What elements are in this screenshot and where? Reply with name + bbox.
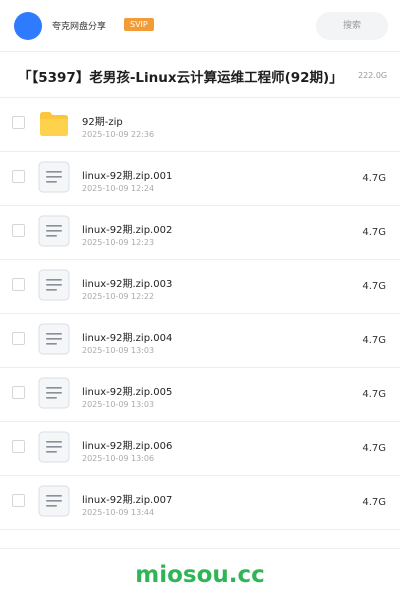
footer-divider bbox=[0, 548, 400, 549]
file-row[interactable]: linux-92期.zip.001 2025-10-09 12:24 4.7G bbox=[0, 152, 400, 206]
file-row[interactable]: linux-92期.zip.002 2025-10-09 12:23 4.7G bbox=[0, 206, 400, 260]
file-date: 2025-10-09 12:22 bbox=[82, 292, 155, 301]
file-name[interactable]: linux-92期.zip.005 bbox=[82, 383, 172, 398]
document-icon bbox=[38, 377, 70, 409]
file-list: 92期-zip 2025-10-09 22:36 linux-92期.zip.0… bbox=[0, 98, 400, 530]
file-name[interactable]: linux-92期.zip.001 bbox=[82, 167, 172, 182]
file-name[interactable]: linux-92期.zip.002 bbox=[82, 221, 172, 236]
row-checkbox[interactable] bbox=[12, 386, 25, 399]
file-size: 4.7G bbox=[362, 389, 386, 400]
file-name[interactable]: linux-92期.zip.007 bbox=[82, 491, 172, 506]
file-date: 2025-10-09 22:36 bbox=[82, 130, 155, 139]
document-icon bbox=[38, 323, 70, 355]
document-icon bbox=[38, 485, 70, 517]
row-checkbox[interactable] bbox=[12, 278, 25, 291]
file-date: 2025-10-09 13:03 bbox=[82, 346, 155, 355]
search-input[interactable]: 搜索 bbox=[316, 12, 388, 40]
svip-badge: SVIP bbox=[124, 18, 154, 31]
row-checkbox[interactable] bbox=[12, 332, 25, 345]
document-icon bbox=[38, 161, 70, 193]
document-icon bbox=[38, 269, 70, 301]
share-page: 夸克网盘分享 SVIP 搜索 「【5397】老男孩-Linux云计算运维工程师(… bbox=[0, 0, 400, 600]
file-date: 2025-10-09 13:03 bbox=[82, 400, 155, 409]
document-icon bbox=[38, 215, 70, 247]
document-icon bbox=[38, 431, 70, 463]
file-name[interactable]: linux-92期.zip.004 bbox=[82, 329, 172, 344]
file-size: 4.7G bbox=[362, 173, 386, 184]
watermark: miosou.cc bbox=[135, 562, 265, 588]
file-row[interactable]: linux-92期.zip.006 2025-10-09 13:06 4.7G bbox=[0, 422, 400, 476]
file-size: 4.7G bbox=[362, 497, 386, 508]
app-name: 夸克网盘分享 bbox=[52, 22, 107, 32]
file-size: 4.7G bbox=[362, 335, 386, 346]
total-size: 222.0G bbox=[358, 71, 388, 80]
row-checkbox[interactable] bbox=[12, 494, 25, 507]
header-bar: 夸克网盘分享 SVIP 搜索 bbox=[0, 0, 400, 52]
file-row[interactable]: linux-92期.zip.003 2025-10-09 12:22 4.7G bbox=[0, 260, 400, 314]
title-bar: 「【5397】老男孩-Linux云计算运维工程师(92期)」 222.0G bbox=[0, 52, 400, 98]
file-date: 2025-10-09 13:44 bbox=[82, 508, 155, 517]
file-name[interactable]: 92期-zip bbox=[82, 113, 123, 128]
file-size: 4.7G bbox=[362, 227, 386, 238]
folder-icon bbox=[40, 112, 68, 136]
row-checkbox[interactable] bbox=[12, 440, 25, 453]
file-date: 2025-10-09 12:24 bbox=[82, 184, 155, 193]
file-name[interactable]: linux-92期.zip.003 bbox=[82, 275, 172, 290]
file-date: 2025-10-09 12:23 bbox=[82, 238, 155, 247]
avatar[interactable] bbox=[14, 12, 42, 40]
file-row[interactable]: linux-92期.zip.004 2025-10-09 13:03 4.7G bbox=[0, 314, 400, 368]
file-row[interactable]: linux-92期.zip.007 2025-10-09 13:44 4.7G bbox=[0, 476, 400, 530]
row-checkbox[interactable] bbox=[12, 116, 25, 129]
file-size: 4.7G bbox=[362, 281, 386, 292]
file-size: 4.7G bbox=[362, 443, 386, 454]
row-checkbox[interactable] bbox=[12, 224, 25, 237]
file-row[interactable]: 92期-zip 2025-10-09 22:36 bbox=[0, 98, 400, 152]
file-row[interactable]: linux-92期.zip.005 2025-10-09 13:03 4.7G bbox=[0, 368, 400, 422]
row-checkbox[interactable] bbox=[12, 170, 25, 183]
page-title: 「【5397】老男孩-Linux云计算运维工程师(92期)」 bbox=[18, 70, 343, 86]
file-date: 2025-10-09 13:06 bbox=[82, 454, 155, 463]
file-name[interactable]: linux-92期.zip.006 bbox=[82, 437, 172, 452]
